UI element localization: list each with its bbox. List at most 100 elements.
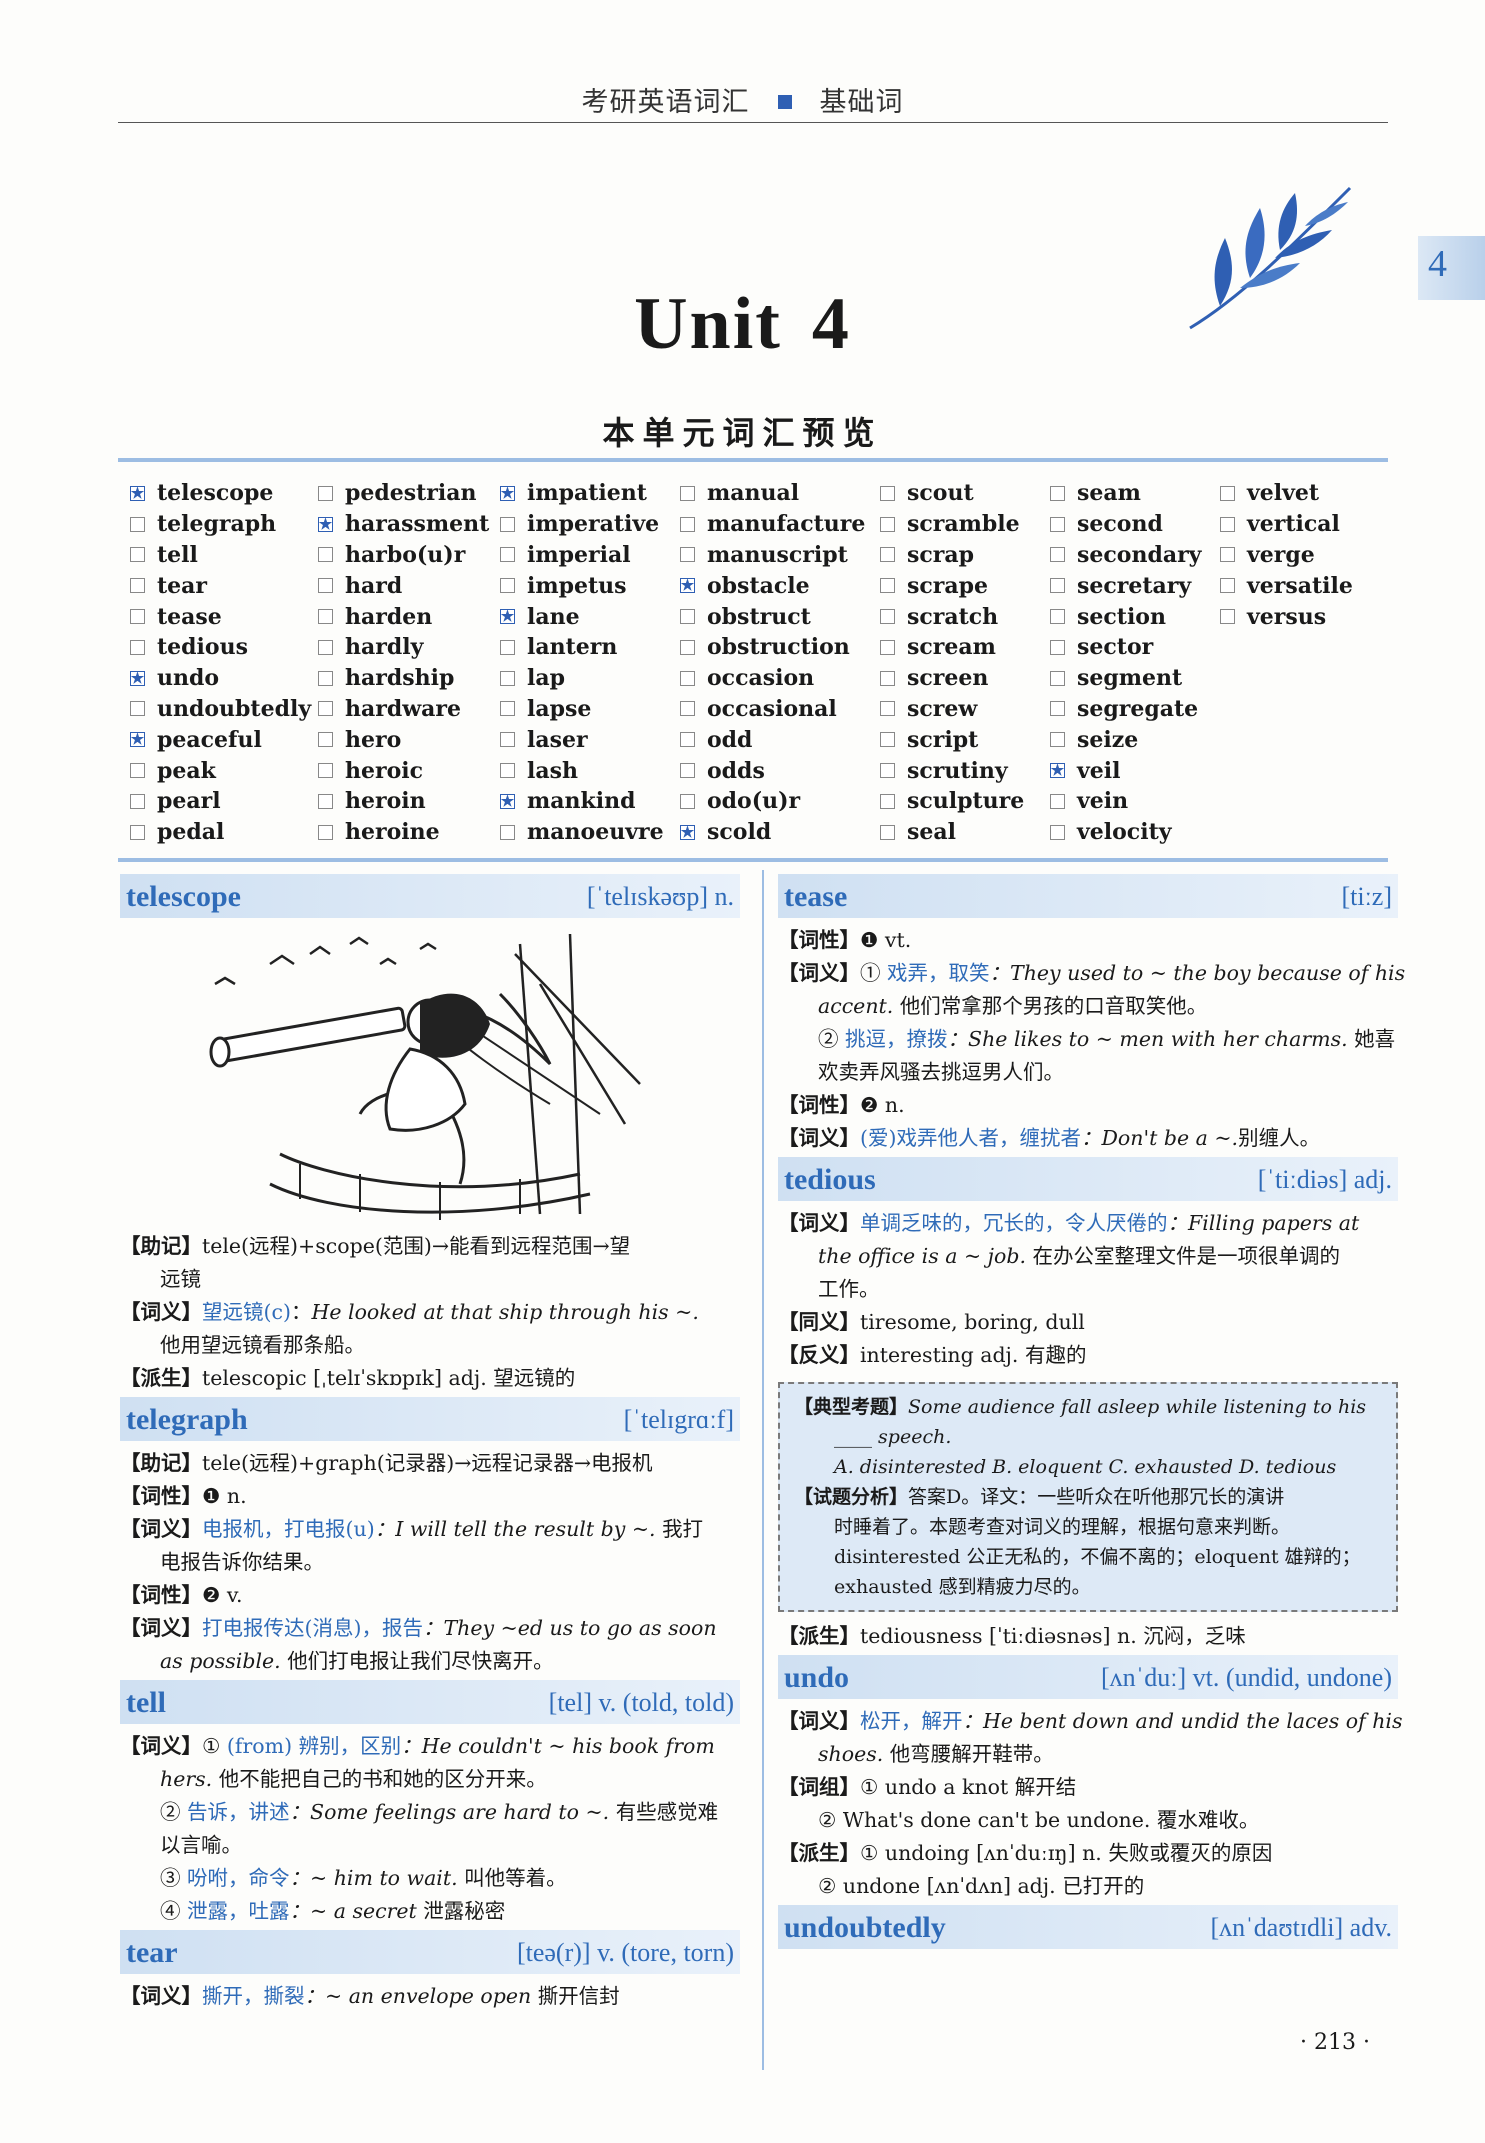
def-translation: 他们常拿那个男孩的口音取笑他。 [899,994,1208,1018]
vocab-item: imperative [500,509,664,540]
vocab-item: hardware [318,694,489,725]
starred-checkbox-icon[interactable]: ★ [130,485,145,501]
checkbox-icon[interactable] [130,793,145,809]
checkbox-icon[interactable] [318,485,333,501]
checkbox-icon[interactable] [318,609,333,625]
vocab-column: ★ impatient imperative imperial impetus ★ lane… [500,478,664,848]
vocab-item: occasional [680,694,865,725]
starred-checkbox-icon[interactable]: ★ [500,793,515,809]
starred-checkbox-icon[interactable]: ★ [1050,763,1065,779]
def-example-cont: shoes. [818,1742,884,1766]
checkbox-icon[interactable] [1050,793,1065,809]
checkbox-icon[interactable] [1220,578,1235,594]
starred-checkbox-icon[interactable]: ★ [500,609,515,625]
checkbox-icon[interactable] [1050,732,1065,748]
checkbox-icon[interactable] [880,639,895,655]
starred-checkbox-icon[interactable]: ★ [500,485,515,501]
starred-checkbox-icon[interactable]: ★ [130,670,145,686]
checkbox-icon[interactable] [500,732,515,748]
checkbox-icon[interactable] [880,701,895,717]
checkbox-icon[interactable] [680,609,695,625]
pos-tag: 【词性】 [778,1093,860,1117]
checkbox-icon[interactable] [680,793,695,809]
checkbox-icon[interactable] [500,516,515,532]
def-cn: (from) 辨别，区别 [226,1734,402,1758]
checkbox-icon[interactable] [1050,824,1065,840]
checkbox-icon[interactable] [318,732,333,748]
preview-top-rule [118,458,1388,462]
checkbox-icon[interactable] [1050,547,1065,563]
checkbox-icon[interactable] [1050,485,1065,501]
checkbox-icon[interactable] [880,516,895,532]
checkbox-icon[interactable] [130,639,145,655]
checkbox-icon[interactable] [880,578,895,594]
starred-checkbox-icon[interactable]: ★ [680,578,695,594]
checkbox-icon[interactable] [1050,639,1065,655]
checkbox-icon[interactable] [1220,609,1235,625]
vocab-word: lash [527,757,578,784]
vocab-item: seize [1050,724,1201,755]
headword: undoubtedly [784,1910,946,1944]
entry-header-tease: tease [tiːz] [778,874,1398,918]
vocab-word: sculpture [907,788,1025,815]
checkbox-icon[interactable] [130,824,145,840]
checkbox-icon[interactable] [1050,609,1065,625]
checkbox-icon[interactable] [318,793,333,809]
checkbox-icon[interactable] [1050,516,1065,532]
checkbox-icon[interactable] [1220,516,1235,532]
checkbox-icon[interactable] [318,763,333,779]
checkbox-icon[interactable] [130,547,145,563]
checkbox-icon[interactable] [680,670,695,686]
checkbox-icon[interactable] [318,639,333,655]
checkbox-icon[interactable] [880,485,895,501]
checkbox-icon[interactable] [880,793,895,809]
vocab-word: seam [1077,480,1141,507]
memo-text: tele(远程)+scope(范围)→能看到远程范围→望 [202,1234,631,1258]
checkbox-icon[interactable] [130,516,145,532]
checkbox-icon[interactable] [130,578,145,594]
starred-checkbox-icon[interactable]: ★ [130,732,145,748]
vocab-word: lantern [527,634,618,661]
checkbox-icon[interactable] [500,547,515,563]
checkbox-icon[interactable] [1220,485,1235,501]
checkbox-icon[interactable] [680,639,695,655]
checkbox-icon[interactable] [880,763,895,779]
checkbox-icon[interactable] [130,701,145,717]
vocab-item: ★ obstacle [680,570,865,601]
checkbox-icon[interactable] [680,485,695,501]
vocab-item: hardly [318,632,489,663]
checkbox-icon[interactable] [130,609,145,625]
checkbox-icon[interactable] [318,547,333,563]
checkbox-icon[interactable] [880,670,895,686]
checkbox-icon[interactable] [500,670,515,686]
checkbox-icon[interactable] [880,824,895,840]
checkbox-icon[interactable] [880,547,895,563]
checkbox-icon[interactable] [500,578,515,594]
checkbox-icon[interactable] [1050,701,1065,717]
vocab-column: manual manufacture manuscript ★ obstacle obst… [680,478,865,848]
checkbox-icon[interactable] [130,763,145,779]
vocab-word: segregate [1077,695,1199,722]
checkbox-icon[interactable] [318,670,333,686]
checkbox-icon[interactable] [500,763,515,779]
checkbox-icon[interactable] [680,701,695,717]
checkbox-icon[interactable] [318,824,333,840]
checkbox-icon[interactable] [680,547,695,563]
checkbox-icon[interactable] [1220,547,1235,563]
checkbox-icon[interactable] [318,578,333,594]
checkbox-icon[interactable] [318,701,333,717]
checkbox-icon[interactable] [680,763,695,779]
checkbox-icon[interactable] [1050,670,1065,686]
starred-checkbox-icon[interactable]: ★ [680,824,695,840]
vocab-word: veil [1077,757,1121,784]
checkbox-icon[interactable] [500,824,515,840]
checkbox-icon[interactable] [880,609,895,625]
checkbox-icon[interactable] [680,732,695,748]
vocab-word: harden [345,603,433,630]
checkbox-icon[interactable] [880,732,895,748]
checkbox-icon[interactable] [500,701,515,717]
checkbox-icon[interactable] [680,516,695,532]
checkbox-icon[interactable] [500,639,515,655]
checkbox-icon[interactable] [1050,578,1065,594]
starred-checkbox-icon[interactable]: ★ [318,516,333,532]
